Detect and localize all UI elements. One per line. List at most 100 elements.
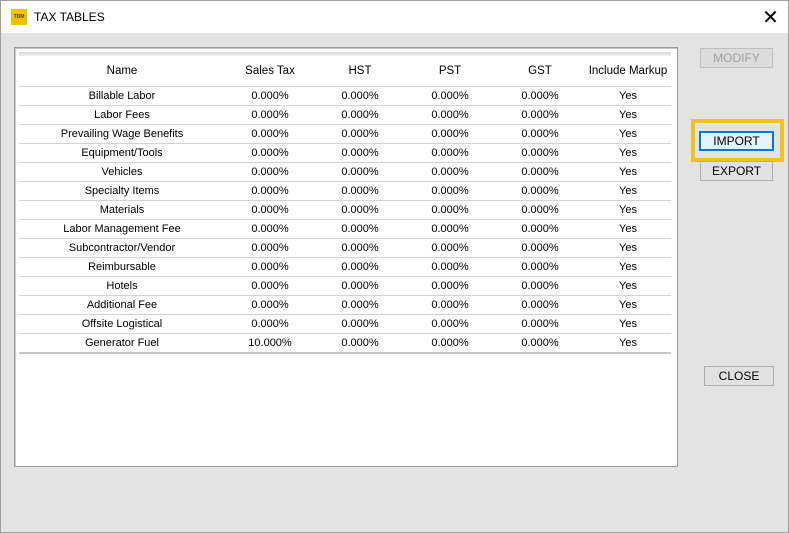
cell-pst: 0.000% (431, 280, 469, 292)
column-header-gst[interactable]: GST (495, 65, 585, 77)
cell-gst: 0.000% (521, 223, 559, 235)
cell-pst: 0.000% (431, 223, 469, 235)
cell-sales-tax: 0.000% (251, 261, 289, 273)
cell-hst: 0.000% (341, 185, 379, 197)
export-button[interactable]: EXPORT (700, 161, 773, 181)
cell-pst: 0.000% (431, 204, 469, 216)
table-row[interactable]: Specialty Items 0.000% 0.000% 0.000% 0.000% Y… (19, 182, 671, 201)
cell-pst: 0.000% (431, 147, 469, 159)
cell-hst: 0.000% (341, 109, 379, 121)
cell-hst: 0.000% (341, 299, 379, 311)
cell-pst: 0.000% (431, 261, 469, 273)
import-button[interactable]: IMPORT (699, 131, 774, 151)
cell-include-markup: Yes (619, 147, 637, 159)
cell-pst: 0.000% (431, 90, 469, 102)
cell-pst: 0.000% (431, 242, 469, 254)
table-row[interactable]: Materials 0.000% 0.000% 0.000% 0.000% Yes (19, 201, 671, 220)
cell-sales-tax: 0.000% (251, 299, 289, 311)
cell-name: Labor Fees (94, 109, 150, 121)
cell-name: Equipment/Tools (81, 147, 163, 159)
cell-hst: 0.000% (341, 318, 379, 330)
window-title: TAX TABLES (34, 10, 105, 24)
cell-include-markup: Yes (619, 280, 637, 292)
cell-name: Prevailing Wage Benefits (60, 128, 184, 140)
tax-tables-window: TBM TAX TABLES ✕ Name Sales Tax HST PST … (0, 0, 789, 533)
table-row[interactable]: Additional Fee 0.000% 0.000% 0.000% 0.000% Ye… (19, 296, 671, 315)
cell-hst: 0.000% (341, 204, 379, 216)
cell-gst: 0.000% (521, 261, 559, 273)
cell-include-markup: Yes (619, 299, 637, 311)
cell-name: Materials (99, 204, 145, 216)
cell-sales-tax: 10.000% (248, 337, 292, 349)
cell-include-markup: Yes (619, 261, 637, 273)
column-header-name[interactable]: Name (19, 65, 225, 77)
cell-hst: 0.000% (341, 90, 379, 102)
cell-include-markup: Yes (619, 242, 637, 254)
cell-sales-tax: 0.000% (251, 166, 289, 178)
app-logo-icon: TBM (11, 9, 27, 25)
column-header-sales-tax[interactable]: Sales Tax (225, 65, 315, 77)
cell-pst: 0.000% (431, 109, 469, 121)
cell-sales-tax: 0.000% (251, 90, 289, 102)
column-header-hst[interactable]: HST (315, 65, 405, 77)
cell-include-markup: Yes (619, 337, 637, 349)
cell-include-markup: Yes (619, 185, 637, 197)
cell-gst: 0.000% (521, 337, 559, 349)
cell-name: Offsite Logistical (81, 318, 163, 330)
cell-pst: 0.000% (431, 166, 469, 178)
cell-include-markup: Yes (619, 223, 637, 235)
close-button[interactable]: CLOSE (704, 366, 774, 386)
cell-pst: 0.000% (431, 318, 469, 330)
table-header-row: Name Sales Tax HST PST GST Include Marku… (19, 56, 671, 87)
tax-table-grid[interactable]: Name Sales Tax HST PST GST Include Marku… (14, 47, 678, 467)
cell-pst: 0.000% (431, 128, 469, 140)
column-header-pst[interactable]: PST (405, 65, 495, 77)
close-window-icon[interactable]: ✕ (753, 1, 788, 33)
cell-name: Labor Management Fee (63, 223, 181, 235)
cell-gst: 0.000% (521, 147, 559, 159)
cell-include-markup: Yes (619, 166, 637, 178)
cell-sales-tax: 0.000% (251, 242, 289, 254)
table-row[interactable]: Equipment/Tools 0.000% 0.000% 0.000% 0.000% Y… (19, 144, 671, 163)
cell-gst: 0.000% (521, 128, 559, 140)
column-header-include-markup[interactable]: Include Markup (585, 65, 671, 77)
cell-sales-tax: 0.000% (251, 280, 289, 292)
cell-name: Vehicles (101, 166, 143, 178)
cell-sales-tax: 0.000% (251, 223, 289, 235)
cell-gst: 0.000% (521, 242, 559, 254)
modify-button[interactable]: MODIFY (700, 48, 773, 68)
cell-pst: 0.000% (431, 337, 469, 349)
cell-pst: 0.000% (431, 299, 469, 311)
cell-sales-tax: 0.000% (251, 128, 289, 140)
cell-hst: 0.000% (341, 147, 379, 159)
table-row[interactable]: Reimbursable 0.000% 0.000% 0.000% 0.000% Yes (19, 258, 671, 277)
cell-name: Additional Fee (86, 299, 158, 311)
cell-sales-tax: 0.000% (251, 109, 289, 121)
cell-hst: 0.000% (341, 128, 379, 140)
cell-gst: 0.000% (521, 90, 559, 102)
cell-pst: 0.000% (431, 185, 469, 197)
table-row[interactable]: Billable Labor 0.000% 0.000% 0.000% 0.000% Ye… (19, 87, 671, 106)
table-row[interactable]: Vehicles 0.000% 0.000% 0.000% 0.000% Yes (19, 163, 671, 182)
table-row[interactable]: Labor Management Fee 0.000% 0.000% 0.000% 0.… (19, 220, 671, 239)
cell-include-markup: Yes (619, 90, 637, 102)
cell-gst: 0.000% (521, 280, 559, 292)
table-row[interactable]: Subcontractor/Vendor 0.000% 0.000% 0.000% 0.… (19, 239, 671, 258)
cell-include-markup: Yes (619, 109, 637, 121)
cell-name: Specialty Items (84, 185, 160, 197)
cell-hst: 0.000% (341, 337, 379, 349)
table-row[interactable]: Prevailing Wage Benefits 0.000% 0.000% 0.00… (19, 125, 671, 144)
table-row[interactable]: Offsite Logistical 0.000% 0.000% 0.000% 0.00… (19, 315, 671, 334)
table-row[interactable]: Generator Fuel 10.000% 0.000% 0.000% 0.000% Y… (19, 334, 671, 354)
cell-hst: 0.000% (341, 166, 379, 178)
cell-gst: 0.000% (521, 109, 559, 121)
dialog-body: Name Sales Tax HST PST GST Include Marku… (1, 33, 788, 532)
table-row[interactable]: Hotels 0.000% 0.000% 0.000% 0.000% Yes (19, 277, 671, 296)
cell-gst: 0.000% (521, 299, 559, 311)
cell-sales-tax: 0.000% (251, 204, 289, 216)
cell-gst: 0.000% (521, 204, 559, 216)
table-row[interactable]: Labor Fees 0.000% 0.000% 0.000% 0.000% Yes (19, 106, 671, 125)
table-body: Billable Labor 0.000% 0.000% 0.000% 0.000% Ye… (19, 87, 671, 354)
cell-hst: 0.000% (341, 261, 379, 273)
cell-name: Reimbursable (88, 261, 156, 273)
